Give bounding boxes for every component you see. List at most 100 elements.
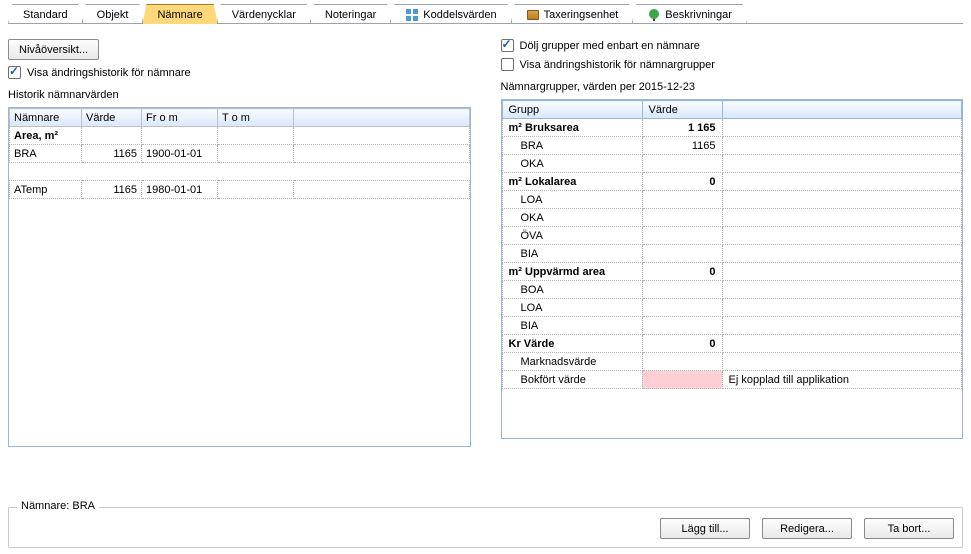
table-row[interactable]: Marknadsvärde	[502, 353, 962, 371]
tab-taxeringsenhet[interactable]: Taxeringsenhet	[511, 4, 634, 24]
two-columns: Nivåöversikt... Visa ändringshistorik fö…	[8, 39, 963, 499]
tree-icon	[647, 8, 661, 22]
cell-grupp: BRA	[502, 137, 642, 155]
footer-buttons: Lägg till... Redigera... Ta bort...	[17, 518, 954, 539]
cell-grupp: BOA	[502, 281, 642, 299]
level-overview-button[interactable]: Nivåöversikt...	[8, 39, 99, 60]
cell-varde: 0	[642, 263, 722, 281]
cell	[142, 127, 218, 145]
history-panel: Nämnare Värde Fr o m T o m Area, m²BRA11…	[8, 107, 471, 447]
cell: 1165	[82, 145, 142, 163]
group-row[interactable]: Kr Värde0	[502, 335, 962, 353]
cell-note	[722, 173, 962, 191]
edit-button[interactable]: Redigera...	[762, 518, 852, 539]
col-header-from[interactable]: Fr o m	[142, 109, 218, 127]
table-row[interactable]: OKA	[502, 209, 962, 227]
table-row[interactable]: ÖVA	[502, 227, 962, 245]
tab-noteringar[interactable]: Noteringar	[310, 4, 391, 24]
history-table: Nämnare Värde Fr o m T o m Area, m²BRA11…	[9, 108, 470, 199]
tab-nämnare[interactable]: Nämnare	[142, 4, 217, 24]
col-header-tom[interactable]: T o m	[218, 109, 294, 127]
left-section-title: Historik nämnarvärden	[8, 89, 471, 101]
cell-varde	[642, 155, 722, 173]
cell-note	[722, 335, 962, 353]
table-row[interactable]: LOA	[502, 299, 962, 317]
cell-grupp: ÖVA	[502, 227, 642, 245]
table-row[interactable]: BRA1165	[502, 137, 962, 155]
show-history-checkbox[interactable]: Visa ändringshistorik för nämnare	[8, 66, 471, 79]
add-button[interactable]: Lägg till...	[660, 518, 750, 539]
cell: Area, m²	[10, 127, 82, 145]
cell-note	[722, 209, 962, 227]
tab-strip: Standard Objekt Nämnare Värdenycklar Noterin…	[0, 2, 971, 24]
cell-varde	[642, 209, 722, 227]
tab-label: Taxeringsenhet	[544, 9, 619, 21]
cell	[294, 145, 470, 163]
cell-grupp: Marknadsvärde	[502, 353, 642, 371]
cell-note	[722, 245, 962, 263]
table-row[interactable]: BRA11651900-01-01	[10, 145, 470, 163]
col-header-grupp[interactable]: Grupp	[502, 101, 642, 119]
col-header-rest	[722, 101, 962, 119]
cell	[218, 145, 294, 163]
cell-varde: 0	[642, 335, 722, 353]
col-header-extra	[294, 109, 470, 127]
cell-grupp: Bokfört värde	[502, 371, 642, 389]
cell: ATemp	[10, 181, 82, 199]
cell-varde	[642, 245, 722, 263]
table-row	[10, 163, 470, 181]
table-row[interactable]: BOA	[502, 281, 962, 299]
left-column: Nivåöversikt... Visa ändringshistorik fö…	[8, 39, 471, 499]
footer-label: Nämnare: BRA	[17, 500, 99, 512]
col-header-grp-varde[interactable]: Värde	[642, 101, 722, 119]
table-row[interactable]: Area, m²	[10, 127, 470, 145]
cell-note	[722, 317, 962, 335]
table-row[interactable]: LOA	[502, 191, 962, 209]
cell: 1165	[82, 181, 142, 199]
cell-varde	[642, 371, 722, 389]
cell-varde: 1 165	[642, 119, 722, 137]
cell-varde: 1165	[642, 137, 722, 155]
col-header-varde[interactable]: Värde	[82, 109, 142, 127]
cell-note	[722, 155, 962, 173]
table-row[interactable]: BIA	[502, 317, 962, 335]
cell-grupp: m² Bruksarea	[502, 119, 642, 137]
checkbox-icon	[8, 66, 21, 79]
group-row[interactable]: m² Uppvärmd area0	[502, 263, 962, 281]
tab-värdenycklar[interactable]: Värdenycklar	[217, 4, 311, 24]
right-column: Dölj grupper med enbart en nämnare Visa …	[501, 39, 964, 499]
cell-varde	[642, 317, 722, 335]
table-row[interactable]: OKA	[502, 155, 962, 173]
cell-note	[722, 119, 962, 137]
cell: 1980-01-01	[142, 181, 218, 199]
cell-grupp: m² Lokalarea	[502, 173, 642, 191]
cell-note	[722, 353, 962, 371]
cell	[294, 181, 470, 199]
tab-beskrivningar[interactable]: Beskrivningar	[632, 4, 747, 24]
show-group-history-checkbox[interactable]: Visa ändringshistorik för nämnargrupper	[501, 58, 964, 71]
table-row[interactable]: ATemp11651980-01-01	[10, 181, 470, 199]
hide-groups-checkbox[interactable]: Dölj grupper med enbart en nämnare	[501, 39, 964, 52]
delete-button[interactable]: Ta bort...	[864, 518, 954, 539]
tab-label: Värdenycklar	[232, 9, 296, 21]
cell	[82, 127, 142, 145]
cell: BRA	[10, 145, 82, 163]
show-group-history-label: Visa ändringshistorik för nämnargrupper	[520, 59, 715, 71]
cell	[294, 127, 470, 145]
group-row[interactable]: m² Bruksarea1 165	[502, 119, 962, 137]
tab-standard[interactable]: Standard	[8, 4, 83, 24]
col-header-namnare[interactable]: Nämnare	[10, 109, 82, 127]
hide-groups-label: Dölj grupper med enbart en nämnare	[520, 40, 700, 52]
tab-koddelsvärden[interactable]: Koddelsvärden	[390, 4, 511, 24]
grid-icon	[405, 8, 419, 22]
group-row[interactable]: m² Lokalarea0	[502, 173, 962, 191]
cell-grupp: LOA	[502, 191, 642, 209]
left-top-row: Nivåöversikt...	[8, 39, 471, 60]
table-row[interactable]: BIA	[502, 245, 962, 263]
tab-objekt[interactable]: Objekt	[82, 4, 144, 24]
cell-grupp: OKA	[502, 209, 642, 227]
tab-label: Beskrivningar	[665, 9, 732, 21]
table-row[interactable]: Bokfört värdeEj kopplad till applikation	[502, 371, 962, 389]
tab-label: Objekt	[97, 9, 129, 21]
cell-note	[722, 137, 962, 155]
